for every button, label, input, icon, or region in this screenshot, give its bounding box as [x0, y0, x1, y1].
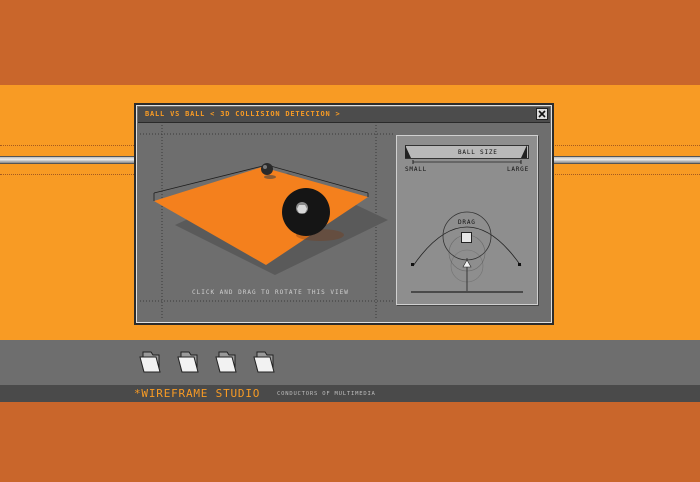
tagline: CONDUCTORS OF MULTIMEDIA: [277, 391, 376, 397]
window-title: BALL VS BALL < 3D COLLISION DETECTION >: [145, 110, 341, 118]
folder-button[interactable]: [176, 348, 202, 374]
folder-button[interactable]: [252, 348, 278, 374]
small-label: SMALL: [405, 166, 428, 173]
folder-icon: [253, 351, 275, 373]
left-rail: [0, 156, 136, 164]
folder-icon: [139, 351, 161, 373]
folder-button[interactable]: [138, 348, 164, 374]
right-rail: [550, 156, 700, 164]
folder-icon: [177, 351, 199, 373]
top-band: [0, 0, 700, 85]
dock-band: [0, 340, 700, 385]
ball-size-panel: BALL SIZE SMALL LARGE DRAG: [396, 135, 538, 305]
small-ball: [261, 163, 273, 175]
large-label: LARGE: [506, 166, 529, 173]
drag-label: DRAG: [458, 219, 476, 226]
orange-plane: [154, 167, 368, 265]
demo-window: BALL VS BALL < 3D COLLISION DETECTION >: [134, 103, 554, 325]
drag-handle[interactable]: [461, 232, 472, 243]
window-titlebar[interactable]: BALL VS BALL < 3D COLLISION DETECTION >: [138, 107, 550, 123]
rotate-hint: CLICK AND DRAG TO ROTATE THIS VIEW: [192, 289, 349, 296]
bottom-band: [0, 402, 700, 482]
folder-button[interactable]: [214, 348, 240, 374]
3d-viewport[interactable]: CLICK AND DRAG TO ROTATE THIS VIEW: [140, 125, 394, 319]
folder-icon: [215, 351, 237, 373]
close-button[interactable]: [536, 108, 548, 120]
brand-logo[interactable]: *WIREFRAME STUDIO: [134, 387, 260, 400]
close-icon: [538, 110, 546, 118]
